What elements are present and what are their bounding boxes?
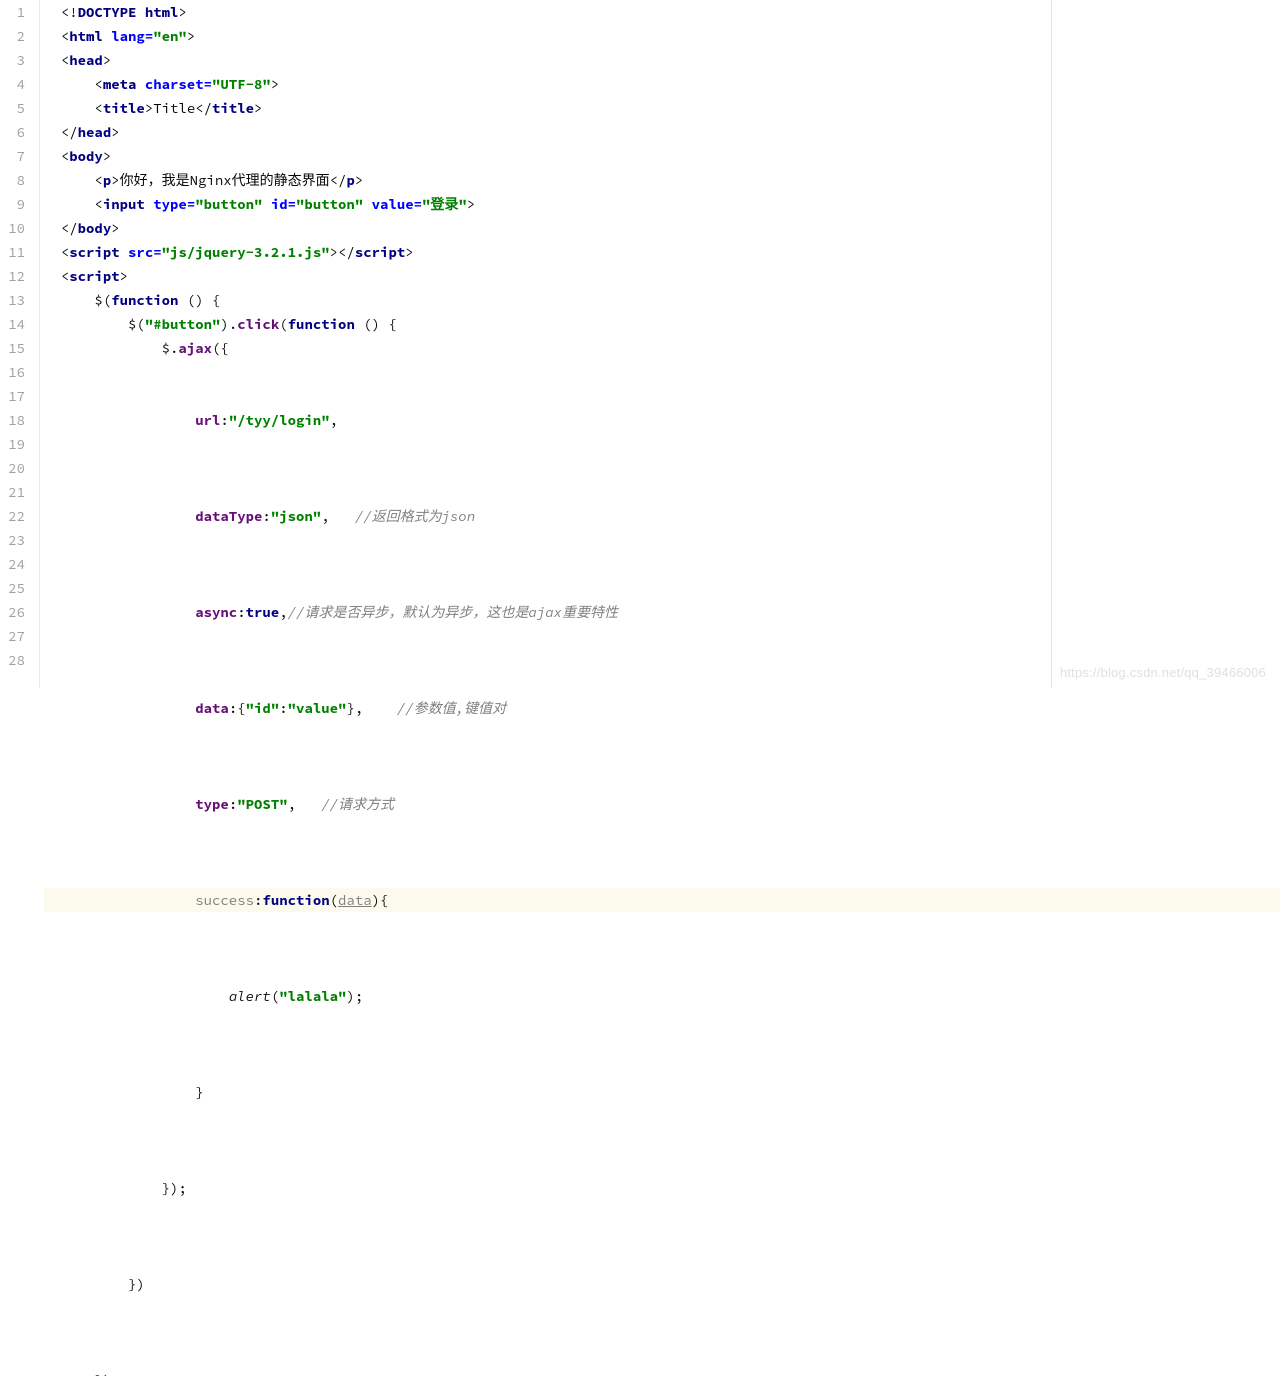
code-lines[interactable]: <!DOCTYPE html> <html lang="en"> <head> … xyxy=(44,0,1280,360)
code-line[interactable]: <p>你好，我是Nginx代理的静态界面</p> xyxy=(44,168,1280,192)
line-number: 17 xyxy=(0,384,33,408)
line-number: 11 xyxy=(0,240,33,264)
code-line[interactable]: } xyxy=(44,1080,1280,1104)
code-line[interactable]: <meta charset="UTF-8"> xyxy=(44,72,1280,96)
code-line[interactable]: type:"POST", //请求方式 xyxy=(44,792,1280,816)
line-number: 18 xyxy=(0,408,33,432)
line-number: 19 xyxy=(0,432,33,456)
line-number: 28 xyxy=(0,648,33,672)
line-number: 25 xyxy=(0,576,33,600)
line-number: 7 xyxy=(0,144,33,168)
line-number: 14 xyxy=(0,312,33,336)
line-number: 23 xyxy=(0,528,33,552)
line-number: 21 xyxy=(0,480,33,504)
code-line[interactable]: <title>Title</title> xyxy=(44,96,1280,120)
code-line[interactable]: $(function () { xyxy=(44,288,1280,312)
line-number: 4 xyxy=(0,72,33,96)
code-line[interactable]: <body> xyxy=(44,144,1280,168)
code-line[interactable]: alert("lalala"); xyxy=(44,984,1280,1008)
line-number: 16 xyxy=(0,360,33,384)
line-number: 5 xyxy=(0,96,33,120)
code-line[interactable]: url:"/tyy/login", xyxy=(44,408,1280,432)
code-line[interactable]: <head> xyxy=(44,48,1280,72)
code-line[interactable]: <html lang="en"> xyxy=(44,24,1280,48)
code-line[interactable]: async:true,//请求是否异步，默认为异步，这也是ajax重要特性 xyxy=(44,600,1280,624)
line-number: 26 xyxy=(0,600,33,624)
code-line[interactable]: </body> xyxy=(44,216,1280,240)
code-line[interactable]: data:{"id":"value"}, //参数值,键值对 xyxy=(44,696,1280,720)
line-number: 15 xyxy=(0,336,33,360)
code-line[interactable]: }) xyxy=(44,1368,1280,1376)
code-line[interactable]: $.ajax({ url:"/tyy/login", dataType:"jso… xyxy=(44,336,1280,360)
line-number: 8 xyxy=(0,168,33,192)
code-line-current[interactable]: success:function(data){ xyxy=(44,888,1280,912)
code-line[interactable]: <script src="js/jquery-3.2.1.js"></scrip… xyxy=(44,240,1280,264)
code-line[interactable]: dataType:"json", //返回格式为json xyxy=(44,504,1280,528)
line-number: 3 xyxy=(0,48,33,72)
line-number: 9 xyxy=(0,192,33,216)
line-number: 13 xyxy=(0,288,33,312)
code-area[interactable]: <!DOCTYPE html> <html lang="en"> <head> … xyxy=(40,0,1280,688)
line-number-gutter: 1234567891011121314151617181920212223242… xyxy=(0,0,40,688)
line-number: 2 xyxy=(0,24,33,48)
watermark-text: https://blog.csdn.net/qq_39466006 xyxy=(1060,665,1266,680)
line-number: 12 xyxy=(0,264,33,288)
code-editor[interactable]: 1234567891011121314151617181920212223242… xyxy=(0,0,1280,688)
code-line[interactable]: }); xyxy=(44,1176,1280,1200)
code-line[interactable]: $("#button").click(function () { xyxy=(44,312,1280,336)
line-number: 6 xyxy=(0,120,33,144)
line-number: 1 xyxy=(0,0,33,24)
code-line[interactable]: <input type="button" id="button" value="… xyxy=(44,192,1280,216)
line-number: 22 xyxy=(0,504,33,528)
code-line[interactable]: <!DOCTYPE html> xyxy=(44,0,1280,24)
line-number: 27 xyxy=(0,624,33,648)
line-number: 24 xyxy=(0,552,33,576)
line-number: 20 xyxy=(0,456,33,480)
line-number: 10 xyxy=(0,216,33,240)
code-line[interactable]: </head> xyxy=(44,120,1280,144)
code-line[interactable]: <script> xyxy=(44,264,1280,288)
code-line[interactable]: }) xyxy=(44,1272,1280,1296)
